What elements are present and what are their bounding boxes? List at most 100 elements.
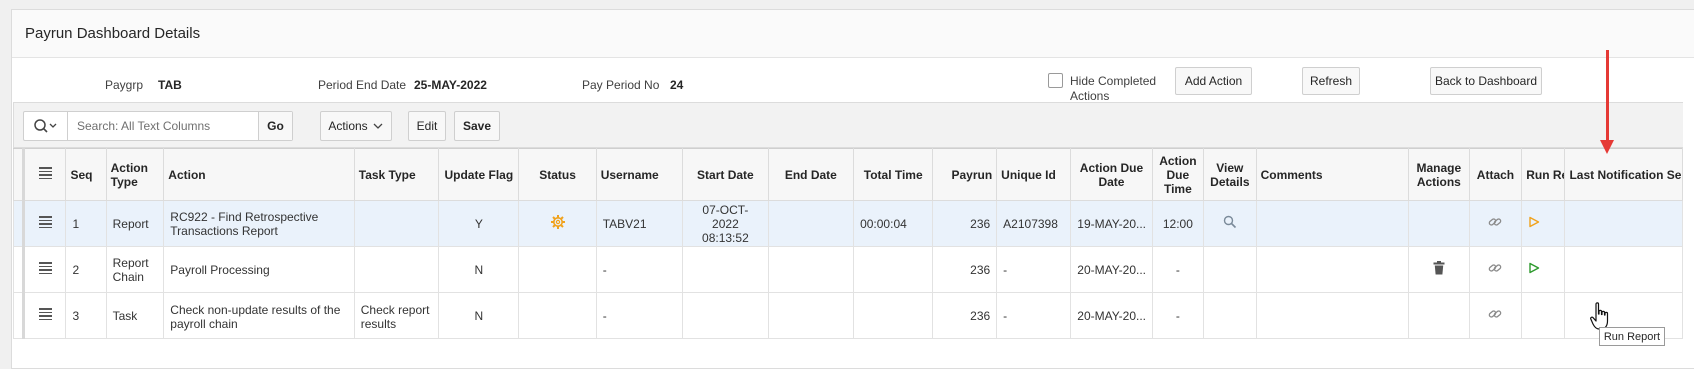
row-actions-menu[interactable] — [23, 246, 67, 293]
col-header-start-date[interactable]: Start Date — [682, 148, 769, 201]
cell-attach[interactable] — [1468, 292, 1523, 339]
col-header-action-due-time[interactable]: Action Due Time — [1151, 148, 1205, 201]
col-header-run-report[interactable]: Run Report — [1521, 148, 1566, 201]
save-button[interactable]: Save — [454, 111, 500, 141]
cell-action-type[interactable]: Report — [105, 200, 165, 247]
cell-seq[interactable]: 1 — [65, 200, 107, 247]
cell-end-date[interactable] — [767, 246, 855, 293]
cell-action[interactable]: RC922 - Find Retrospective Transactions … — [163, 200, 355, 247]
cell-action-due-time[interactable]: - — [1151, 246, 1205, 293]
table-row[interactable]: 3 Task Check non-update results of the p… — [12, 292, 1683, 339]
cell-run-report[interactable] — [1521, 200, 1566, 247]
col-header-status[interactable]: Status — [518, 148, 597, 201]
cell-view-details[interactable] — [1203, 246, 1257, 293]
refresh-button[interactable]: Refresh — [1302, 67, 1360, 95]
col-header-action-type[interactable]: Action Type — [105, 148, 165, 201]
cell-unique-id[interactable]: - — [996, 246, 1072, 293]
col-header-attach[interactable]: Attach — [1468, 148, 1523, 201]
cell-payrun[interactable]: 236 — [932, 200, 998, 247]
cell-payrun[interactable]: 236 — [932, 292, 998, 339]
cell-start-date[interactable] — [682, 292, 769, 339]
cell-status[interactable] — [518, 246, 597, 293]
cell-attach[interactable] — [1468, 200, 1523, 247]
col-header-update-flag[interactable]: Update Flag — [438, 148, 520, 201]
col-header-end-date[interactable]: End Date — [767, 148, 855, 201]
col-header-action-due-date[interactable]: Action Due Date — [1070, 148, 1153, 201]
cell-unique-id[interactable]: A2107398 — [996, 200, 1072, 247]
cell-run-report[interactable] — [1521, 292, 1566, 339]
cell-comments[interactable] — [1255, 246, 1409, 293]
cell-payrun[interactable]: 236 — [932, 246, 998, 293]
trash-icon[interactable] — [1433, 261, 1445, 275]
cell-task-type[interactable]: Check report results — [353, 292, 440, 339]
cell-start-date[interactable]: 07-OCT-2022 08:13:52 — [682, 200, 769, 247]
cell-total-time[interactable] — [853, 246, 934, 293]
actions-menu-button[interactable]: Actions — [320, 111, 392, 141]
cell-username[interactable]: - — [595, 246, 684, 293]
row-actions-menu[interactable] — [23, 200, 67, 247]
link-icon[interactable] — [1488, 261, 1502, 275]
row-actions-menu[interactable] — [23, 292, 67, 339]
cell-update-flag[interactable]: N — [438, 246, 520, 293]
cell-manage-actions[interactable] — [1407, 246, 1470, 293]
cell-action-due-date[interactable]: 20-MAY-20... — [1070, 246, 1153, 293]
back-to-dashboard-button[interactable]: Back to Dashboard — [1430, 67, 1542, 95]
table-row[interactable]: 2 Report Chain Payroll Processing N - 23… — [12, 246, 1683, 293]
edit-button[interactable]: Edit — [408, 111, 446, 141]
cell-update-flag[interactable]: Y — [438, 200, 520, 247]
cell-action[interactable]: Check non-update results of the payroll … — [163, 292, 355, 339]
cell-manage-actions[interactable] — [1407, 292, 1470, 339]
cell-last-notification[interactable] — [1564, 246, 1683, 293]
col-header-username[interactable]: Username — [595, 148, 684, 201]
cell-action-due-time[interactable]: 12:00 — [1151, 200, 1205, 247]
link-icon[interactable] — [1488, 307, 1502, 321]
table-row[interactable]: 1 Report RC922 - Find Retrospective Tran… — [12, 200, 1683, 247]
cell-action-type[interactable]: Report Chain — [105, 246, 165, 293]
cell-unique-id[interactable]: - — [996, 292, 1072, 339]
cell-task-type[interactable] — [353, 246, 440, 293]
cell-attach[interactable] — [1468, 246, 1523, 293]
col-header-manage-actions[interactable]: Manage Actions — [1407, 148, 1470, 201]
cell-manage-actions[interactable] — [1407, 200, 1470, 247]
col-header-last-notification-sent[interactable]: Last Notification Sent — [1564, 148, 1683, 201]
col-header-task-type[interactable]: Task Type — [353, 148, 440, 201]
play-icon[interactable] — [1528, 216, 1540, 228]
cell-seq[interactable]: 3 — [65, 292, 107, 339]
cell-comments[interactable] — [1255, 292, 1409, 339]
col-header-payrun[interactable]: Payrun — [932, 148, 998, 201]
cell-action[interactable]: Payroll Processing — [163, 246, 355, 293]
cell-total-time[interactable] — [853, 292, 934, 339]
cell-username[interactable]: TABV21 — [595, 200, 684, 247]
cell-seq[interactable]: 2 — [65, 246, 107, 293]
cell-run-report[interactable] — [1521, 246, 1566, 293]
go-button[interactable]: Go — [258, 112, 292, 140]
hide-completed-checkbox[interactable] — [1048, 73, 1063, 88]
cell-action-due-date[interactable]: 19-MAY-20... — [1070, 200, 1153, 247]
cell-action-type[interactable]: Task — [105, 292, 165, 339]
cell-end-date[interactable] — [767, 200, 855, 247]
add-action-button[interactable]: Add Action — [1175, 67, 1252, 95]
cell-status[interactable] — [518, 200, 597, 247]
cell-comments[interactable] — [1255, 200, 1409, 247]
link-icon[interactable] — [1488, 215, 1502, 229]
col-header-unique-id[interactable]: Unique Id — [996, 148, 1072, 201]
cell-total-time[interactable]: 00:00:04 — [853, 200, 934, 247]
col-header-view-details[interactable]: View Details — [1203, 148, 1257, 201]
cell-status[interactable] — [518, 292, 597, 339]
search-icon[interactable] — [1223, 215, 1237, 229]
cell-view-details[interactable] — [1203, 292, 1257, 339]
column-selector-header[interactable] — [23, 148, 67, 201]
cell-end-date[interactable] — [767, 292, 855, 339]
play-icon[interactable] — [1528, 262, 1540, 274]
col-header-comments[interactable]: Comments — [1255, 148, 1409, 201]
cell-start-date[interactable] — [682, 246, 769, 293]
cell-view-details[interactable] — [1203, 200, 1257, 247]
col-header-seq[interactable]: Seq — [65, 148, 107, 201]
search-column-selector[interactable] — [24, 112, 68, 140]
cell-username[interactable]: - — [595, 292, 684, 339]
cell-last-notification[interactable] — [1564, 200, 1683, 247]
cell-action-due-date[interactable]: 20-MAY-20... — [1070, 292, 1153, 339]
col-header-action[interactable]: Action — [163, 148, 355, 201]
cell-task-type[interactable] — [353, 200, 440, 247]
cell-update-flag[interactable]: N — [438, 292, 520, 339]
